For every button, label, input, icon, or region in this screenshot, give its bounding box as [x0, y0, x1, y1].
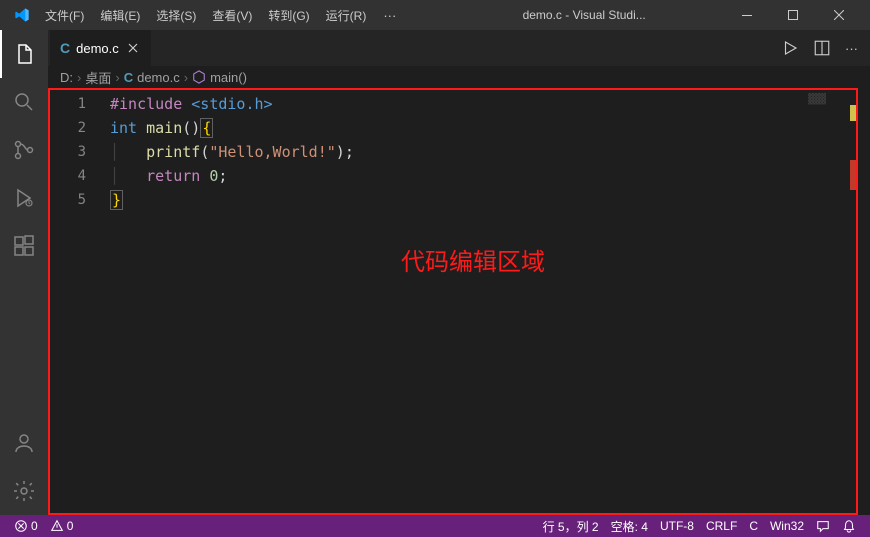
- more-actions-icon[interactable]: ···: [845, 41, 858, 56]
- c-file-icon: C: [60, 40, 70, 56]
- chevron-right-icon: ›: [115, 70, 119, 85]
- menu-view[interactable]: 查看(V): [205, 7, 259, 24]
- vscode-logo-icon: [8, 7, 36, 23]
- account-icon[interactable]: [0, 419, 48, 467]
- minimap[interactable]: [836, 90, 856, 513]
- split-editor-icon[interactable]: [813, 39, 831, 57]
- extensions-icon[interactable]: [0, 222, 48, 270]
- tab-demo-c[interactable]: C demo.c: [50, 30, 152, 66]
- code-content[interactable]: ▓▓▓ #include <stdio.h> int main(){ │ pri…: [110, 90, 836, 513]
- maximize-button[interactable]: [770, 0, 816, 30]
- notifications-icon[interactable]: [836, 515, 862, 537]
- minimize-button[interactable]: [724, 0, 770, 30]
- window-controls: [724, 0, 862, 30]
- status-language[interactable]: C: [743, 515, 764, 537]
- breadcrumb-folder[interactable]: 桌面: [85, 68, 111, 87]
- status-bar: 0 0 行 5，列 2 空格: 4 UTF-8 CRLF C Win32: [0, 515, 870, 537]
- menu-selection[interactable]: 选择(S): [149, 7, 203, 24]
- chevron-right-icon: ›: [77, 70, 81, 85]
- activity-bar: [0, 30, 48, 515]
- menu-go[interactable]: 转到(G): [261, 7, 316, 24]
- settings-gear-icon[interactable]: [0, 467, 48, 515]
- annotation-label: 代码编辑区域: [401, 242, 545, 277]
- breadcrumb-symbol[interactable]: main(): [192, 70, 247, 85]
- menu-more-icon[interactable]: ···: [375, 8, 404, 23]
- run-file-icon[interactable]: [781, 39, 799, 57]
- status-errors[interactable]: 0: [8, 515, 44, 537]
- status-warnings[interactable]: 0: [44, 515, 80, 537]
- close-button[interactable]: [816, 0, 862, 30]
- code-editor[interactable]: 1 2 3 4 5 ▓▓▓ #include <stdio.h> int mai…: [48, 88, 858, 515]
- status-encoding[interactable]: UTF-8: [654, 515, 700, 537]
- breadcrumb-drive[interactable]: D:: [60, 70, 73, 85]
- tab-close-icon[interactable]: [125, 40, 141, 56]
- breadcrumb-file[interactable]: C demo.c: [124, 70, 180, 85]
- explorer-icon[interactable]: [0, 30, 48, 78]
- status-target[interactable]: Win32: [764, 515, 810, 537]
- breadcrumb: D: › 桌面 › C demo.c › main(): [48, 66, 870, 88]
- feedback-icon[interactable]: [810, 515, 836, 537]
- chevron-right-icon: ›: [184, 70, 188, 85]
- window-title: demo.c - Visual Studi...: [406, 8, 722, 22]
- c-file-icon: C: [124, 70, 133, 85]
- status-cursor-position[interactable]: 行 5，列 2: [537, 515, 605, 537]
- titlebar: 文件(F) 编辑(E) 选择(S) 查看(V) 转到(G) 运行(R) ··· …: [0, 0, 870, 30]
- source-control-icon[interactable]: [0, 126, 48, 174]
- watermark: ▓▓▓: [808, 94, 826, 105]
- menu-run[interactable]: 运行(R): [319, 7, 374, 24]
- status-eol[interactable]: CRLF: [700, 515, 743, 537]
- method-icon: [192, 70, 206, 84]
- menu-edit[interactable]: 编辑(E): [93, 7, 147, 24]
- menu-file[interactable]: 文件(F): [38, 7, 91, 24]
- line-gutter: 1 2 3 4 5: [50, 90, 110, 513]
- tab-label: demo.c: [76, 41, 119, 56]
- status-indentation[interactable]: 空格: 4: [605, 515, 654, 537]
- run-debug-icon[interactable]: [0, 174, 48, 222]
- tab-bar: C demo.c ···: [48, 30, 870, 66]
- search-icon[interactable]: [0, 78, 48, 126]
